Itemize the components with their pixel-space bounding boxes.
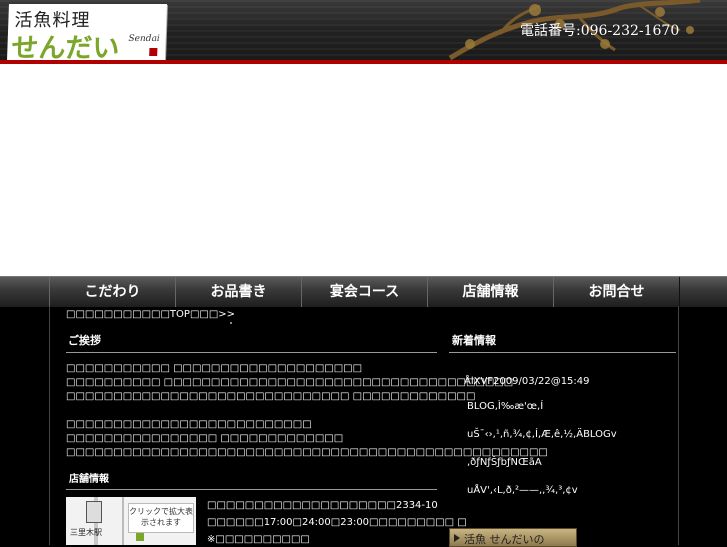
news-item[interactable]: uÅV'‚‹L,ð,²——,,¾,³,¢v	[467, 485, 578, 496]
greeting-line: □□□□□□□□□□□□□□□□□□□□□□□□□□□□□□ □□□□□□□□□…	[66, 391, 476, 402]
breadcrumb-dot	[230, 322, 232, 324]
nav-item-shop-info[interactable]: 店舗情報	[427, 277, 554, 307]
nav-item-contact[interactable]: お問合せ	[553, 277, 680, 307]
nav-item-kodawari[interactable]: こだわり	[49, 277, 176, 307]
map-station-label: 三里木駅	[70, 528, 102, 537]
map-marker-icon	[136, 533, 144, 541]
news-item[interactable]: uŠ¯‹›,¹,ñ,¾,¢,Í,Æ,ê,½,ÄBLOGv	[467, 429, 617, 440]
greeting-line: □□□□□□□□□□ □□□□□□□□□□□□□□□□□□□□□□□□□□□□□…	[66, 377, 514, 388]
greeting-rule	[66, 352, 437, 353]
logo-title: せんだい	[10, 33, 120, 60]
hero-banner	[0, 64, 727, 276]
greeting-title: ご挨拶	[68, 334, 101, 347]
shop-rule	[66, 489, 437, 490]
news-item[interactable]: ÅlXVF2009/03/22@15:49	[464, 376, 590, 387]
news-title: 新着情報	[452, 334, 496, 347]
site-logo[interactable]: 活魚料理 せんだい Sendai	[7, 4, 167, 60]
news-item[interactable]: ,ðƒNƒŠƒbƒNŒãA	[467, 457, 542, 468]
phone-number: 電話番号:096-232-1670	[520, 23, 680, 39]
breadcrumb[interactable]: □□□□□□□□□□□TOP□□□>>	[66, 309, 235, 320]
blog-banner[interactable]: 活魚 せんだいの	[449, 528, 577, 547]
main-nav: こだわり お品書き 宴会コース 店舗情報 お問合せ	[0, 276, 727, 307]
map-building-icon	[86, 501, 102, 523]
logo-sub: Sendai	[128, 34, 160, 44]
shop-note: ※□□□□□□□□□□	[207, 534, 310, 545]
news-rule	[449, 352, 676, 353]
shop-hours: □□□□□□17:00□24:00□23:00□□□□□□□□□ □	[207, 517, 467, 528]
map-zoom-note: クリックで拡大表示されます	[128, 503, 194, 533]
site-header: 活魚料理 せんだい Sendai 電話番号:096-232-1670	[0, 0, 727, 60]
nav-item-course[interactable]: 宴会コース	[301, 277, 428, 307]
shop-address: □□□□□□□□□□□□□□□□□□□□2334-10	[207, 500, 438, 511]
greeting-line: □□□□□□□□□□□ □□□□□□□□□□□□□□□□□□□□	[66, 363, 363, 374]
greeting-line: □□□□□□□□□□□□□□□□ □□□□□□□□□□□□□	[66, 433, 344, 444]
logo-seal-icon	[149, 48, 158, 56]
shop-title: 店舗情報	[69, 474, 109, 485]
nav-item-menu[interactable]: お品書き	[175, 277, 302, 307]
map-divider	[122, 497, 124, 545]
shop-map[interactable]: 三里木駅 クリックで拡大表示されます	[66, 497, 196, 545]
news-item[interactable]: BLOG,Ì‰æ'œ,Í	[467, 401, 543, 412]
arrow-right-icon	[454, 534, 460, 542]
greeting-line: □□□□□□□□□□□□□□□□□□□□□□□□□□	[66, 419, 312, 430]
